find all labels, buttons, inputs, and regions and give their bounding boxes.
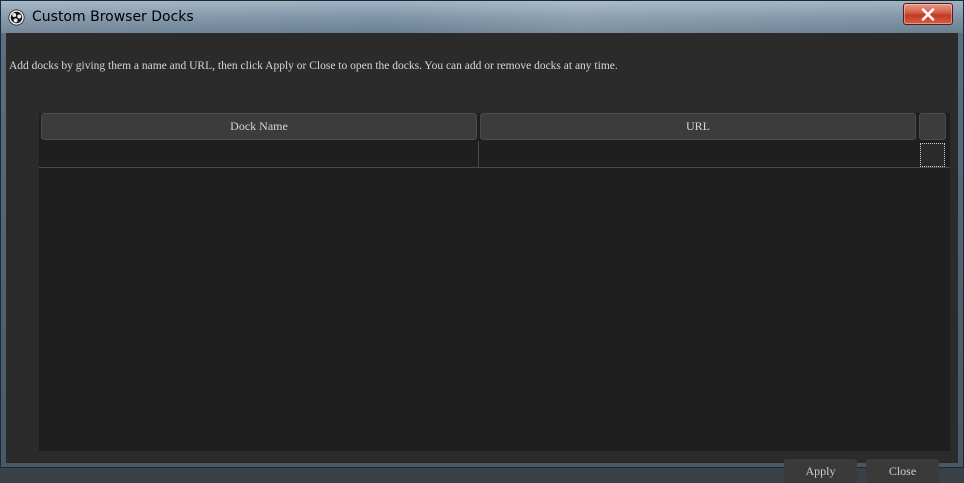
row-action-button[interactable] (920, 143, 945, 167)
window-title: Custom Browser Docks (32, 9, 194, 25)
dock-name-cell[interactable] (39, 141, 478, 167)
obs-logo-icon (8, 9, 25, 26)
title-bar[interactable]: Custom Browser Docks (1, 1, 963, 33)
docks-table: Dock Name URL (39, 113, 950, 451)
table-row[interactable] (39, 141, 950, 168)
apply-button[interactable]: Apply (784, 459, 857, 483)
column-header-dock-name[interactable]: Dock Name (41, 113, 477, 140)
dialog-window: Custom Browser Docks Add docks by giving… (0, 0, 964, 483)
column-header-url[interactable]: URL (480, 113, 916, 140)
column-header-actions[interactable] (919, 113, 946, 140)
instructions-text: Add docks by giving them a name and URL,… (9, 60, 618, 72)
dialog-content: Add docks by giving them a name and URL,… (6, 33, 958, 483)
window-close-button[interactable] (903, 3, 953, 25)
url-cell[interactable] (479, 141, 918, 167)
close-x-icon (921, 8, 935, 21)
close-button[interactable]: Close (866, 459, 939, 483)
